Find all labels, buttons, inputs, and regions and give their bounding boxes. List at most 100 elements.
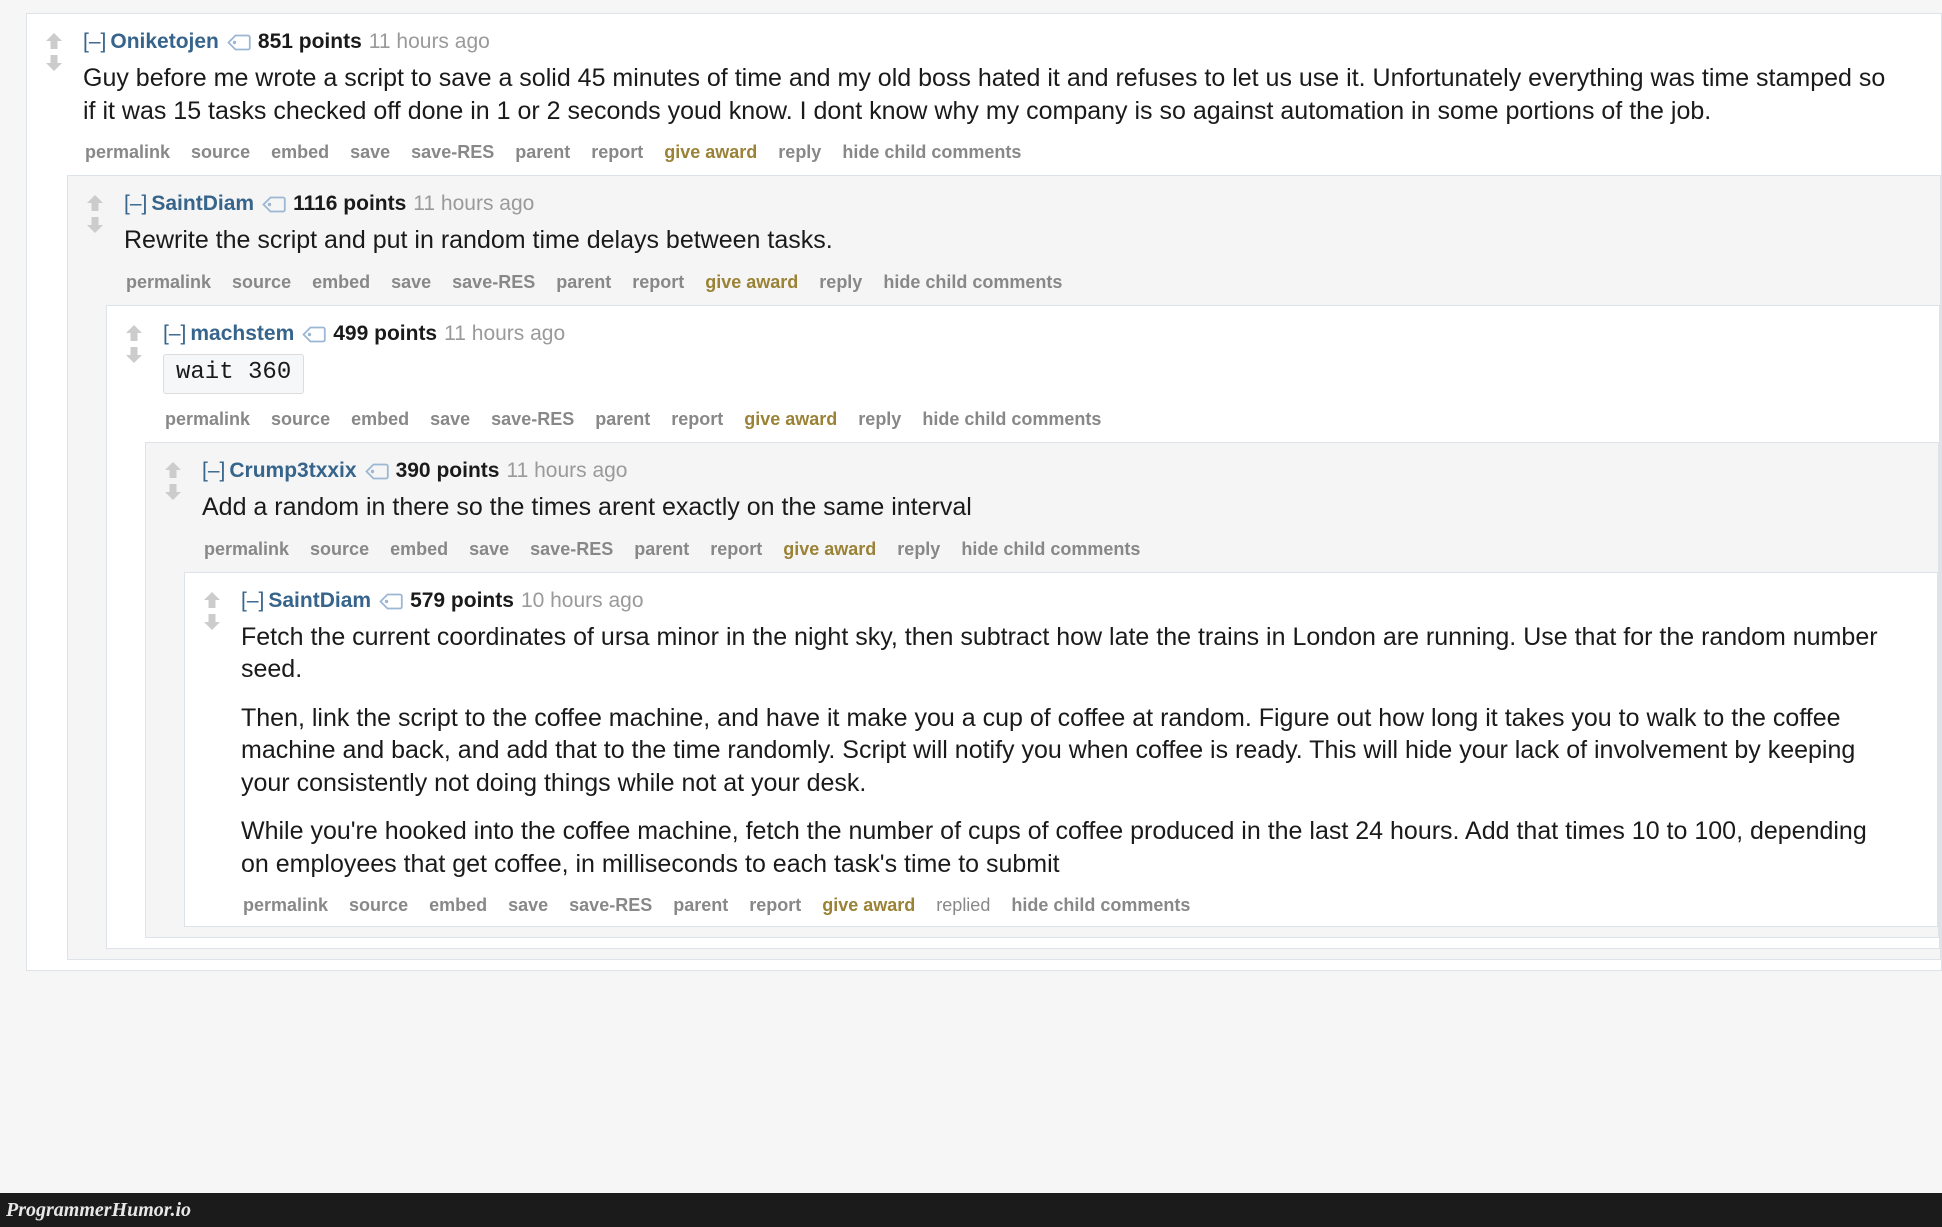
comment-age: 10 hours ago — [520, 588, 644, 612]
comment-header: [–] SaintDiam 579 points 10 hours ago — [241, 587, 1937, 618]
save-link[interactable]: save — [430, 408, 470, 430]
comment-text: Guy before me wrote a script to save a s… — [83, 59, 1893, 127]
parent-link[interactable]: parent — [634, 538, 689, 560]
comment-tag-icon — [302, 323, 326, 351]
comment-text: Fetch the current coordinates of ursa mi… — [241, 618, 1889, 881]
save-link[interactable]: save — [391, 271, 431, 293]
comment-actions: permalink source embed save save-RES parent re… — [243, 894, 1937, 916]
reply-link[interactable]: reply — [819, 271, 862, 293]
parent-link[interactable]: parent — [595, 408, 650, 430]
report-link[interactable]: report — [671, 408, 723, 430]
collapse-toggle-icon[interactable]: [–] — [83, 30, 106, 53]
save-res-link[interactable]: save-RES — [491, 408, 574, 430]
upvote-arrow-icon[interactable] — [201, 589, 223, 611]
vote-controls — [201, 589, 227, 633]
downvote-arrow-icon[interactable] — [84, 214, 106, 236]
comment-actions: permalink source embed save save-RES parent re… — [85, 141, 1941, 163]
comment-author-link[interactable]: SaintDiam — [268, 589, 371, 612]
collapse-toggle-icon[interactable]: [–] — [163, 322, 186, 345]
comment-text: Rewrite the script and put in random tim… — [124, 221, 1892, 257]
collapse-toggle-icon[interactable]: [–] — [124, 192, 147, 215]
give-award-link[interactable]: give award — [783, 538, 876, 560]
vote-controls — [84, 192, 110, 236]
parent-link[interactable]: parent — [515, 141, 570, 163]
hide-child-comments-link[interactable]: hide child comments — [922, 408, 1101, 430]
embed-link[interactable]: embed — [271, 141, 329, 163]
downvote-arrow-icon[interactable] — [201, 611, 223, 633]
permalink-link[interactable]: permalink — [165, 408, 250, 430]
upvote-arrow-icon[interactable] — [43, 30, 65, 52]
collapse-toggle-icon[interactable]: [–] — [241, 589, 264, 612]
upvote-arrow-icon[interactable] — [162, 459, 184, 481]
comment-age: 11 hours ago — [444, 321, 566, 345]
save-res-link[interactable]: save-RES — [530, 538, 613, 560]
comment-points: 390 points — [395, 459, 500, 483]
downvote-arrow-icon[interactable] — [43, 52, 65, 74]
save-res-link[interactable]: save-RES — [452, 271, 535, 293]
comment-paragraph: Fetch the current coordinates of ursa mi… — [241, 622, 1878, 684]
embed-link[interactable]: embed — [312, 271, 370, 293]
comment-author-link[interactable]: machstem — [190, 322, 294, 345]
vote-controls — [123, 322, 149, 366]
comment-points: 499 points — [333, 321, 438, 345]
embed-link[interactable]: embed — [390, 538, 448, 560]
source-link[interactable]: source — [232, 271, 291, 293]
upvote-arrow-icon[interactable] — [84, 192, 106, 214]
give-award-link[interactable]: give award — [664, 141, 757, 163]
comment-paragraph: Add a random in there so the times arent… — [202, 493, 972, 522]
report-link[interactable]: report — [632, 271, 684, 293]
reply-link[interactable]: reply — [778, 141, 821, 163]
give-award-link[interactable]: give award — [744, 408, 837, 430]
report-link[interactable]: report — [749, 894, 801, 916]
comment-age: 11 hours ago — [506, 459, 628, 483]
hide-child-comments-link[interactable]: hide child comments — [961, 538, 1140, 560]
report-link[interactable]: report — [591, 141, 643, 163]
save-res-link[interactable]: save-RES — [569, 894, 652, 916]
embed-link[interactable]: embed — [429, 894, 487, 916]
comment-author-link[interactable]: Oniketojen — [110, 30, 219, 53]
permalink-link[interactable]: permalink — [204, 538, 289, 560]
comment-actions: permalink source embed save save-RES parent re… — [204, 538, 1938, 560]
embed-link[interactable]: embed — [351, 408, 409, 430]
report-link[interactable]: report — [710, 538, 762, 560]
comment-points: 579 points — [410, 588, 514, 612]
comment-header: [–] machstem 499 points 11 hours ago — [163, 320, 1939, 351]
source-link[interactable]: source — [191, 141, 250, 163]
save-res-link[interactable]: save-RES — [411, 141, 494, 163]
hide-child-comments-link[interactable]: hide child comments — [883, 271, 1062, 293]
parent-link[interactable]: parent — [673, 894, 728, 916]
comment-header: [–] Oniketojen 851 points 11 hours ago — [83, 28, 1941, 59]
reply-link[interactable]: reply — [858, 408, 901, 430]
permalink-link[interactable]: permalink — [126, 271, 211, 293]
permalink-link[interactable]: permalink — [243, 894, 328, 916]
comment-thread-page: [–] Oniketojen 851 points 11 hours ago Guy … — [0, 0, 1942, 1227]
comment-author-link[interactable]: Crump3txxix — [229, 459, 356, 482]
hide-child-comments-link[interactable]: hide child comments — [1011, 894, 1190, 916]
save-link[interactable]: save — [508, 894, 548, 916]
source-link[interactable]: source — [271, 408, 330, 430]
comment-author-link[interactable]: SaintDiam — [151, 192, 254, 215]
collapse-toggle-icon[interactable]: [–] — [202, 459, 225, 482]
reply-link[interactable]: reply — [897, 538, 940, 560]
vote-controls — [162, 459, 188, 503]
comment-body-oniketojen: [–] Oniketojen 851 points 11 hours ago Guy … — [27, 14, 1941, 970]
downvote-arrow-icon[interactable] — [162, 481, 184, 503]
comment-body-crump3txxix: [–] Crump3txxix 390 points 11 hours ago Add… — [146, 443, 1938, 937]
give-award-link[interactable]: give award — [705, 271, 798, 293]
comment-paragraph: Then, link the script to the coffee mach… — [241, 703, 1856, 797]
source-link[interactable]: source — [310, 538, 369, 560]
upvote-arrow-icon[interactable] — [123, 322, 145, 344]
save-link[interactable]: save — [350, 141, 390, 163]
save-link[interactable]: save — [469, 538, 509, 560]
replied-link[interactable]: replied — [936, 894, 990, 916]
give-award-link[interactable]: give award — [822, 894, 915, 916]
hide-child-comments-link[interactable]: hide child comments — [842, 141, 1021, 163]
comment-thread-level-1: [–] Oniketojen 851 points 11 hours ago Guy … — [26, 13, 1942, 972]
site-watermark: ProgrammerHumor.io — [0, 1193, 1942, 1227]
parent-link[interactable]: parent — [556, 271, 611, 293]
source-link[interactable]: source — [349, 894, 408, 916]
permalink-link[interactable]: permalink — [85, 141, 170, 163]
comment-body-saintdiam-2: [–] SaintDiam 579 points 10 hours ago Fetch… — [185, 573, 1937, 927]
downvote-arrow-icon[interactable] — [123, 344, 145, 366]
vote-controls — [43, 30, 69, 74]
